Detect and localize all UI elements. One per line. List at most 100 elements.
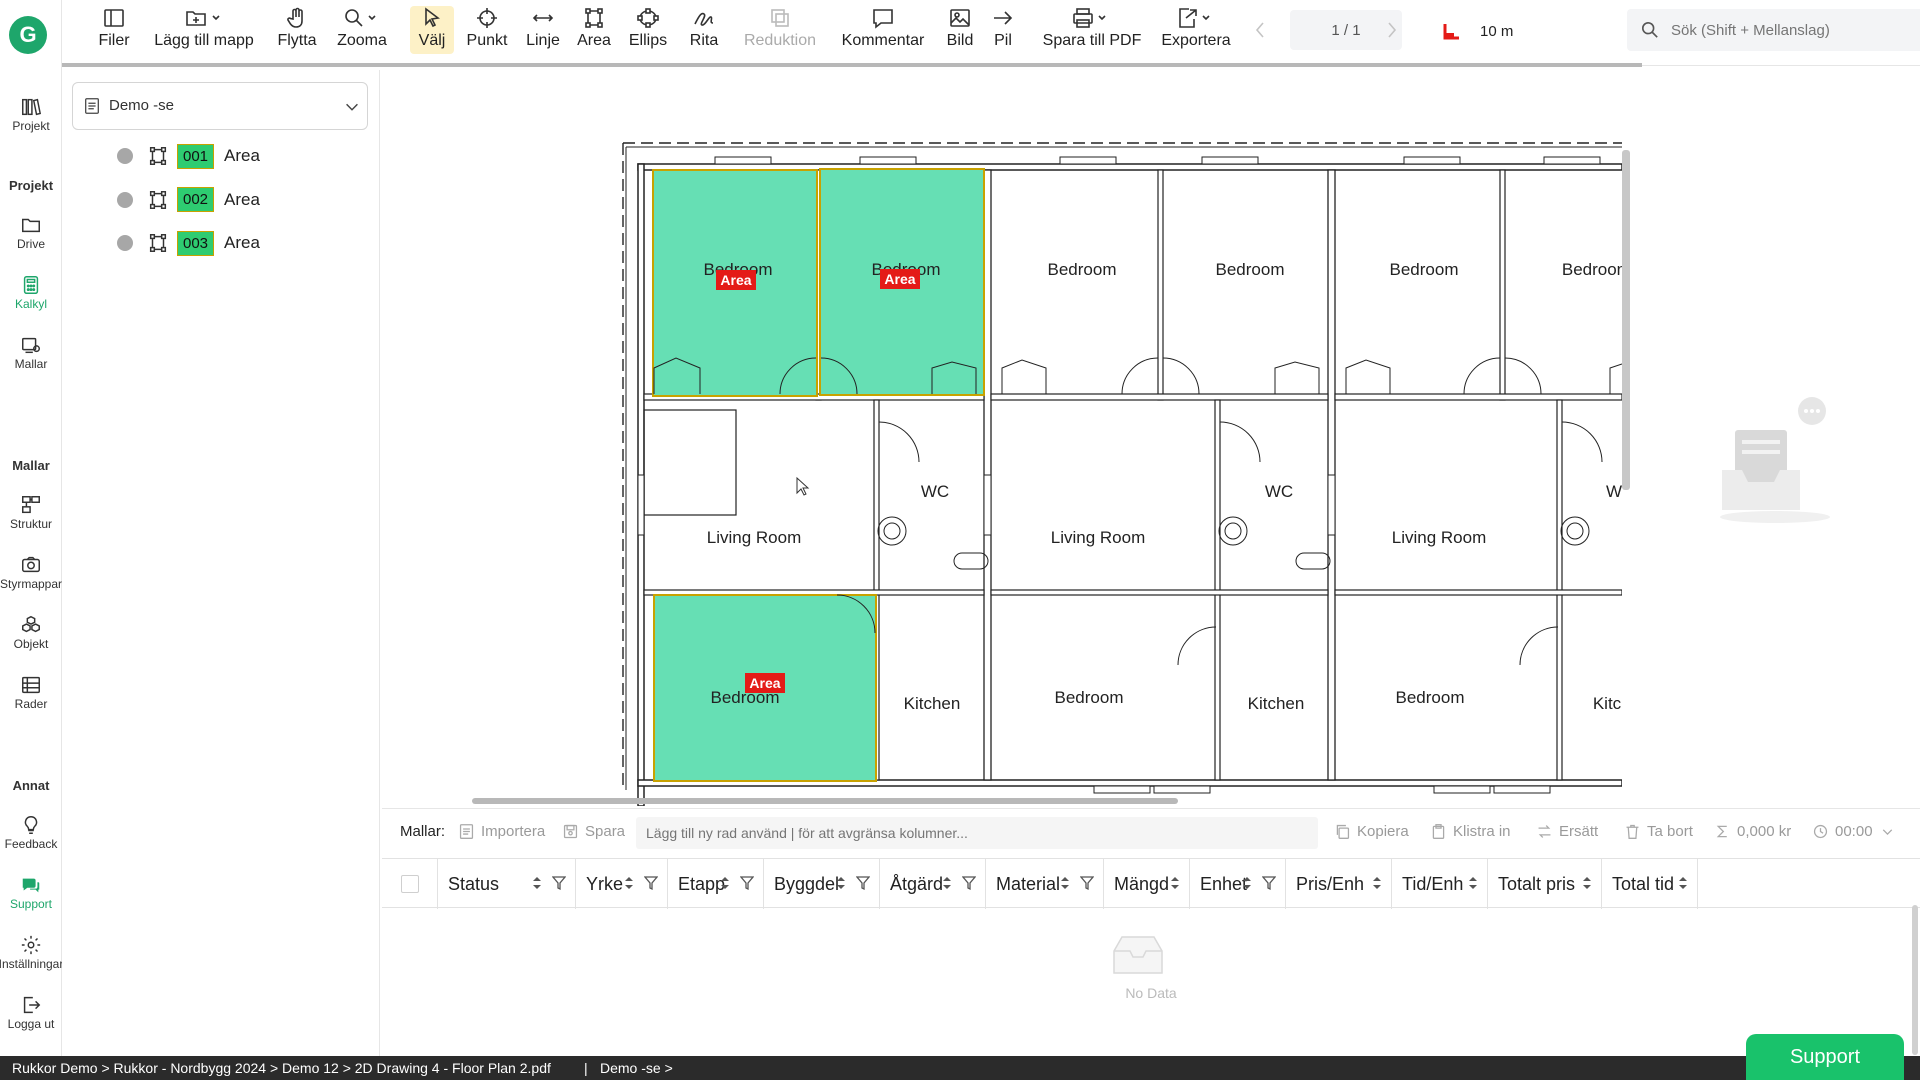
sort-icon[interactable] <box>530 875 544 891</box>
mouse-cursor-icon <box>796 476 810 496</box>
document-select[interactable]: Demo -se <box>72 82 368 130</box>
filter-icon[interactable] <box>962 875 976 891</box>
column-header[interactable]: Byggdel <box>764 859 880 909</box>
filter-icon[interactable] <box>552 875 566 891</box>
filter-icon[interactable] <box>644 875 658 891</box>
visibility-dot[interactable] <box>117 235 133 251</box>
sort-icon[interactable] <box>718 875 732 891</box>
column-header[interactable]: Enhet <box>1190 859 1286 909</box>
nav-project[interactable]: Projekt <box>0 96 62 133</box>
room-label: Bedroom <box>1216 260 1285 279</box>
cubes-icon <box>22 615 40 633</box>
column-header-label: Total tid <box>1612 873 1675 894</box>
column-header[interactable]: Etapp <box>668 859 764 909</box>
copy-button[interactable]: Kopiera <box>1334 823 1409 840</box>
nav-calc[interactable]: Kalkyl <box>0 274 62 311</box>
column-header[interactable]: Totalt pris <box>1488 859 1602 909</box>
column-header[interactable]: Status <box>438 859 576 909</box>
scale-indicator[interactable]: 10 m <box>1442 18 1513 44</box>
total-time-select[interactable]: 00:00 <box>1812 823 1896 840</box>
search-box[interactable] <box>1627 9 1920 51</box>
ellipse-button[interactable]: Ellips <box>624 6 672 54</box>
column-header[interactable]: Material <box>986 859 1104 909</box>
nav-support[interactable]: Support <box>0 874 62 911</box>
line-button[interactable]: Linje <box>522 6 564 54</box>
import-button[interactable]: Importera <box>458 823 545 840</box>
prev-page-button[interactable] <box>1252 20 1268 40</box>
visibility-dot[interactable] <box>117 191 133 208</box>
area-tag[interactable]: Area <box>745 673 785 693</box>
reduction-button[interactable]: Reduktion <box>742 6 818 54</box>
sort-icon[interactable] <box>1676 875 1690 891</box>
nav-logout[interactable]: Logga ut <box>0 994 62 1031</box>
column-header-label: Byggdel <box>774 873 840 894</box>
draw-button[interactable]: Rita <box>684 6 724 54</box>
nav-folders[interactable]: Styrmappar <box>0 554 62 591</box>
nav-drive[interactable]: Drive <box>0 214 62 251</box>
area-button[interactable]: Area <box>574 6 614 54</box>
next-page-button[interactable] <box>1384 20 1400 40</box>
area-tag[interactable]: Area <box>880 269 920 289</box>
replace-button[interactable]: Ersätt <box>1536 823 1598 840</box>
add-folder-button[interactable]: Lägg till mapp <box>146 6 262 54</box>
column-header[interactable]: Mängd <box>1104 859 1190 909</box>
breadcrumb-current[interactable]: Demo -se > <box>600 1060 673 1076</box>
nav-templates[interactable]: Mallar <box>0 334 62 371</box>
nav-rows[interactable]: Rader <box>0 674 62 711</box>
sort-icon[interactable] <box>1058 875 1072 891</box>
comment-button[interactable]: Kommentar <box>838 6 928 54</box>
select-button[interactable]: Välj <box>410 6 454 54</box>
filter-icon[interactable] <box>740 875 754 891</box>
sort-icon[interactable] <box>1466 875 1480 891</box>
new-row-input[interactable] <box>636 817 1318 849</box>
drawing-canvas[interactable]: Bedroom Bedroom Bedroom Bedroom Bedroom … <box>382 70 1622 806</box>
logo[interactable]: G <box>9 16 47 54</box>
delete-button[interactable]: Ta bort <box>1624 823 1693 840</box>
sort-icon[interactable] <box>622 875 636 891</box>
point-button[interactable]: Punkt <box>464 6 510 54</box>
visibility-dot[interactable] <box>117 148 133 164</box>
arrow-button[interactable]: Pil <box>988 6 1018 54</box>
toolbar-scrollbar[interactable] <box>62 63 1642 67</box>
paste-button[interactable]: Klistra in <box>1430 823 1511 840</box>
table-vertical-scrollbar[interactable] <box>1912 905 1918 1055</box>
search-input[interactable] <box>1671 19 1920 41</box>
breadcrumb[interactable]: Rukkor Demo > Rukkor - Nordbygg 2024 > D… <box>12 1060 551 1076</box>
nav-objects[interactable]: Objekt <box>0 614 62 651</box>
nav-settings[interactable]: Inställningar <box>0 934 63 971</box>
nav-feedback[interactable]: Feedback <box>0 814 62 851</box>
gear-icon <box>21 935 41 955</box>
sort-icon[interactable] <box>1240 875 1254 891</box>
drawing-horizontal-scrollbar[interactable] <box>472 798 1178 804</box>
column-header[interactable]: Tid/Enh <box>1392 859 1488 909</box>
layer-row[interactable]: 003 Area <box>117 228 260 258</box>
column-header[interactable]: Yrke <box>576 859 668 909</box>
column-header[interactable]: Åtgärd <box>880 859 986 909</box>
layer-row[interactable]: 001 Area <box>117 141 260 171</box>
layer-row[interactable]: 002 Area <box>117 185 260 215</box>
save-pdf-button[interactable]: Spara till PDF <box>1034 6 1150 54</box>
support-button[interactable]: Support <box>1746 1034 1904 1080</box>
sort-icon[interactable] <box>1168 875 1182 891</box>
column-header[interactable]: Total tid <box>1602 859 1698 909</box>
column-header-label: Totalt pris <box>1498 873 1576 894</box>
column-header[interactable]: Pris/Enh <box>1286 859 1392 909</box>
filter-icon[interactable] <box>1080 875 1094 891</box>
filter-icon[interactable] <box>1262 875 1276 891</box>
save-template-button[interactable]: Spara <box>562 823 625 840</box>
files-button[interactable]: Filer <box>86 6 142 54</box>
drawing-vertical-scrollbar[interactable] <box>1622 150 1630 490</box>
export-button[interactable]: Exportera <box>1156 6 1236 54</box>
sort-icon[interactable] <box>940 875 954 891</box>
image-button[interactable]: Bild <box>940 6 980 54</box>
move-button[interactable]: Flytta <box>272 6 322 54</box>
sort-icon[interactable] <box>834 875 848 891</box>
zoom-button[interactable]: Zooma <box>332 6 392 54</box>
nav-structure[interactable]: Struktur <box>0 494 62 531</box>
camera-icon <box>22 556 40 573</box>
filter-icon[interactable] <box>856 875 870 891</box>
sort-icon[interactable] <box>1370 875 1384 891</box>
area-tag[interactable]: Area <box>716 270 756 290</box>
select-all-checkbox[interactable] <box>400 875 419 893</box>
sort-icon[interactable] <box>1580 875 1594 891</box>
